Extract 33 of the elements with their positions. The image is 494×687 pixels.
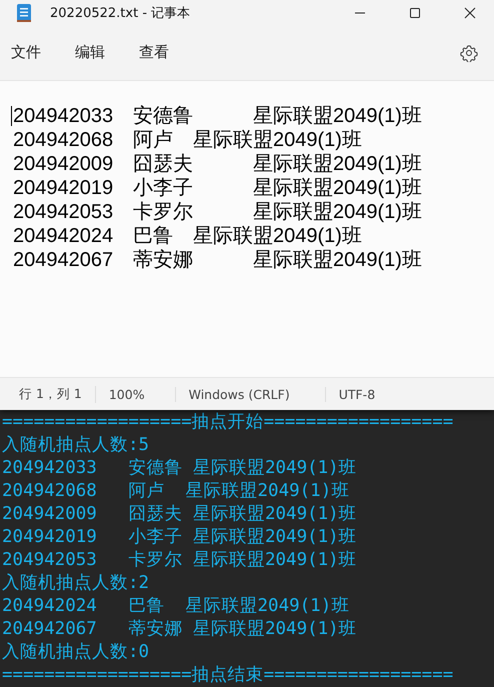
console-line: 入随机抽点人数:2 [2,572,150,595]
console-line: ==================抽点开始================== [2,411,454,434]
status-item: 行 1，列 1 [19,386,96,402]
text-cursor [11,106,12,126]
console-line: 204942068 阿卢 星际联盟2049(1)班 [2,480,350,503]
status-item: UTF-8 [338,386,376,402]
menu-item[interactable]: 文件 [11,43,41,62]
text-editor[interactable]: 204942033 安德鲁 星际联盟2049(1)班 204942068 阿卢 星际联盟2049(1)班 204942009 囧瑟夫 星际联盟2049(1)班 204942019 小李子 星际联盟2049(1)班 204942053 卡罗尔 星际联盟2049(1)班 204942024 巴鲁 星际联盟2049(1)班 204942067 蒂安娜 星际联盟2049(1)班 [0,80,494,377]
status-item: 100% [108,386,176,402]
text-line: 204942068 阿卢 星际联盟2049(1)班 [13,128,363,152]
status-item: Windows (CRLF) [188,386,326,402]
text-line: 204942019 小李子 星际联盟2049(1)班 [13,176,423,200]
console-line: 204942067 蒂安娜 星际联盟2049(1)班 [2,618,358,641]
text-line: 204942024 巴鲁 星际联盟2049(1)班 [13,224,363,248]
menu-item[interactable]: 查看 [139,43,169,62]
console-line: 204942009 囧瑟夫 星际联盟2049(1)班 [2,503,358,526]
text-line: 204942067 蒂安娜 星际联盟2049(1)班 [13,248,423,272]
console-line: 204942019 小李子 星际联盟2049(1)班 [2,526,358,549]
notepad-icon [16,2,32,22]
text-line: 204942053 卡罗尔 星际联盟2049(1)班 [13,200,423,224]
console-line: 204942053 卡罗尔 星际联盟2049(1)班 [2,549,358,572]
settings-icon[interactable] [460,44,478,62]
console-line: 入随机抽点人数:0 [2,641,150,664]
console-line: ==================抽点结束================== [2,664,454,687]
menu-item[interactable]: 编辑 [75,43,105,62]
console-line: 204942033 安德鲁 星际联盟2049(1)班 [2,457,358,480]
window-title: 20220522.txt - 记事本 [50,4,190,22]
text-line: 204942009 囧瑟夫 星际联盟2049(1)班 [13,152,423,176]
close-icon[interactable] [464,6,476,18]
text-line: 204942033 安德鲁 星际联盟2049(1)班 [13,104,423,128]
maximize-icon[interactable] [409,6,421,18]
console-line: 204942024 巴鲁 星际联盟2049(1)班 [2,595,350,618]
console-line: 入随机抽点人数:5 [2,434,150,457]
